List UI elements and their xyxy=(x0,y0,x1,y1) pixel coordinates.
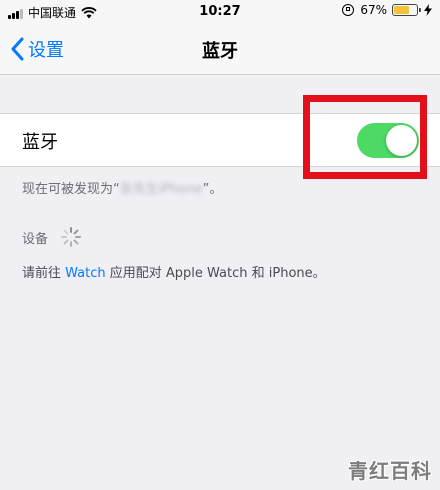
charging-bolt-icon xyxy=(424,4,432,16)
status-right: 67% xyxy=(342,3,432,17)
battery-icon xyxy=(392,4,421,16)
device-name: 张先生iPhone xyxy=(119,182,203,197)
watch-app-link[interactable]: Watch xyxy=(65,266,105,281)
watermark-logo: 青红百科 xyxy=(348,459,432,483)
highlight-annotation-box xyxy=(303,95,427,179)
pairing-hint-suffix: 应用配对 Apple Watch 和 iPhone。 xyxy=(105,266,326,281)
discoverable-prefix: 现在可被发现为“ xyxy=(22,182,120,197)
bluetooth-label: 蓝牙 xyxy=(22,132,58,153)
navigation-bar: 设置 蓝牙 xyxy=(0,24,440,75)
pairing-hint-prefix: 请前往 xyxy=(22,266,66,281)
devices-header-label: 设备 xyxy=(22,231,49,247)
pairing-hint: 请前往 Watch 应用配对 Apple Watch 和 iPhone。 xyxy=(22,262,326,281)
battery-percent: 67% xyxy=(360,3,387,17)
loading-spinner-icon xyxy=(61,227,82,247)
page-title: 蓝牙 xyxy=(202,41,238,62)
discoverable-text: 现在可被发现为“张先生iPhone”。 xyxy=(22,178,222,197)
orientation-lock-icon xyxy=(342,4,355,16)
battery-fill xyxy=(394,6,409,14)
discoverable-suffix: ”。 xyxy=(202,182,223,197)
devices-section-header: 设备 xyxy=(22,226,82,248)
status-bar: 中国联通 10:27 67% xyxy=(0,0,440,24)
